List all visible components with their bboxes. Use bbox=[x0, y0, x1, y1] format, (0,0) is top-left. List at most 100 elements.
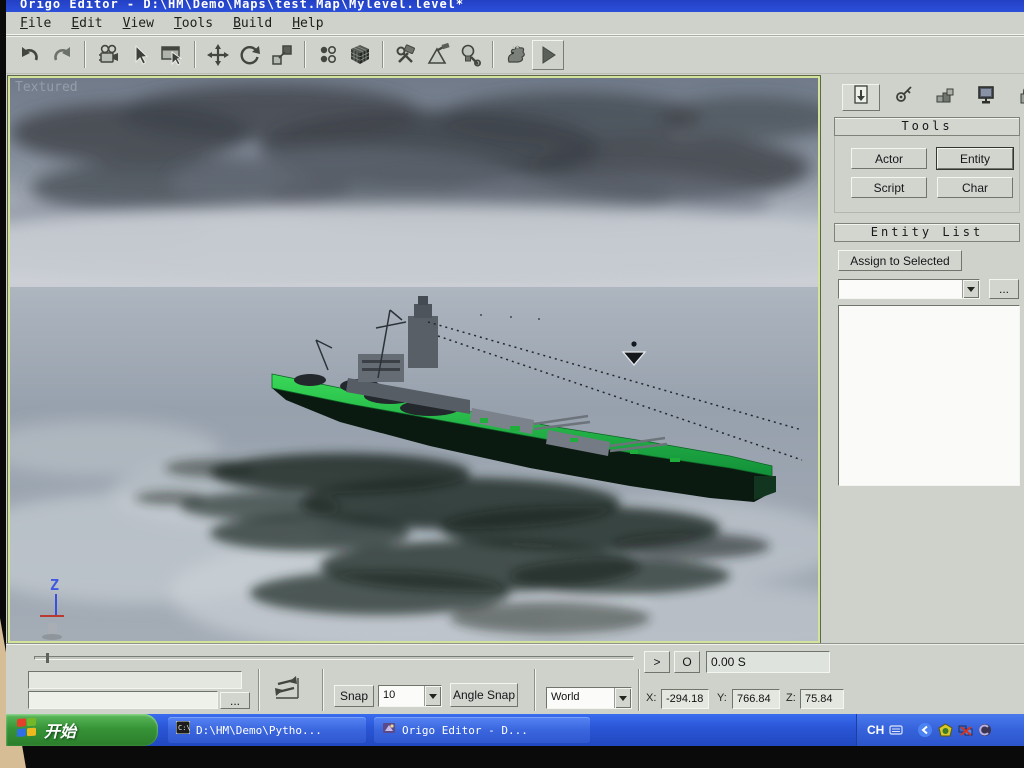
build-lighting-button[interactable] bbox=[454, 40, 486, 70]
tray-collapse-chevron[interactable] bbox=[917, 722, 933, 738]
windows-taskbar: 开始 C:\ D:\HM\Demo\Pytho... Origo Editor … bbox=[6, 714, 1024, 746]
display-icon bbox=[977, 85, 997, 110]
bottom-browse-button[interactable]: ... bbox=[220, 692, 250, 709]
coord-y-field[interactable]: 766.84 bbox=[732, 689, 780, 709]
entity-combo-row: ... bbox=[838, 279, 1024, 299]
actor-button[interactable]: Actor bbox=[851, 148, 927, 169]
coord-x-field[interactable]: -294.18 bbox=[661, 689, 709, 709]
viewport-mode-label: Textured bbox=[15, 80, 78, 95]
toolbar-separator bbox=[492, 41, 494, 68]
taskbar-item-label: D:\HM\Demo\Pytho... bbox=[196, 724, 322, 737]
coord-y-label: Y: bbox=[717, 692, 727, 704]
viewport-3d[interactable]: Z Textured bbox=[8, 76, 820, 643]
slider-thumb[interactable] bbox=[46, 653, 49, 663]
combo-dropdown-button[interactable] bbox=[614, 688, 631, 708]
entity-listbox[interactable] bbox=[838, 305, 1020, 486]
cube-button[interactable] bbox=[344, 40, 376, 70]
marquee-select-button[interactable] bbox=[156, 40, 188, 70]
time-field[interactable]: 0.00 S bbox=[706, 651, 830, 673]
build-tools-button[interactable] bbox=[390, 40, 422, 70]
snap-value: 10 bbox=[379, 686, 424, 706]
game-creature-button[interactable] bbox=[500, 40, 532, 70]
build-tools-icon bbox=[394, 43, 418, 67]
tab-tool-settings[interactable] bbox=[884, 84, 922, 111]
window-title: Origo Editor - D:\HM\Demo\Maps\test.Map\… bbox=[6, 0, 1024, 11]
axis-z-label: Z bbox=[50, 576, 59, 594]
select-button[interactable] bbox=[124, 40, 156, 70]
move-button[interactable] bbox=[202, 40, 234, 70]
keyboard-layout-icon[interactable] bbox=[889, 723, 903, 737]
transport-play-button[interactable]: > bbox=[644, 651, 670, 673]
build-geometry-icon bbox=[426, 43, 450, 67]
entity-combo-value bbox=[839, 280, 962, 298]
tab-display[interactable] bbox=[968, 84, 1006, 111]
script-button[interactable]: Script bbox=[851, 177, 927, 198]
play-icon bbox=[536, 43, 560, 67]
tray-network-error-icon[interactable] bbox=[958, 723, 973, 738]
tray-app-icon[interactable] bbox=[978, 723, 992, 737]
bottom-separator bbox=[534, 669, 536, 711]
snap-value-combobox[interactable]: 10 bbox=[378, 685, 442, 707]
entity-button[interactable]: Entity bbox=[937, 148, 1013, 169]
import-document-icon bbox=[851, 85, 871, 110]
combo-dropdown-button[interactable] bbox=[962, 280, 979, 298]
bottom-separator bbox=[258, 669, 260, 711]
menu-build[interactable]: Build bbox=[223, 14, 282, 33]
menu-tools[interactable]: Tools bbox=[164, 14, 223, 33]
tray-antivirus-icon[interactable] bbox=[938, 723, 953, 738]
coord-z-field[interactable]: 75.84 bbox=[800, 689, 844, 709]
timeline-slider[interactable] bbox=[34, 653, 634, 663]
panel-tab-strip bbox=[830, 76, 1024, 115]
tab-terrain[interactable] bbox=[926, 84, 964, 111]
marquee-select-icon bbox=[160, 43, 184, 67]
tab-import[interactable] bbox=[842, 84, 880, 111]
build-lighting-icon bbox=[458, 43, 482, 67]
coord-x-label: X: bbox=[646, 692, 656, 704]
tools-group-body: Actor Entity Script Char bbox=[834, 136, 1020, 213]
toolbar-separator bbox=[304, 41, 306, 68]
window-titlebar[interactable]: Origo Editor - D:\HM\Demo\Maps\test.Map\… bbox=[6, 0, 1024, 12]
start-button[interactable]: 开始 bbox=[6, 714, 158, 746]
toolbar-separator bbox=[382, 41, 384, 68]
menu-view[interactable]: View bbox=[113, 14, 164, 33]
angle-snap-button[interactable]: Angle Snap bbox=[450, 683, 518, 707]
terrain-icon bbox=[935, 85, 955, 110]
entity-combobox[interactable] bbox=[838, 279, 980, 299]
undo-button[interactable] bbox=[14, 40, 46, 70]
status-field-1[interactable] bbox=[28, 671, 242, 689]
move-icon bbox=[206, 43, 230, 67]
space-combobox[interactable]: World bbox=[546, 687, 632, 709]
entity-browse-button[interactable]: ... bbox=[989, 279, 1019, 299]
origo-app-icon bbox=[382, 721, 396, 739]
bottom-control-bar: > O 0.00 S ... Snap 10 Angle Snap World bbox=[6, 644, 1024, 714]
scale-icon bbox=[270, 43, 294, 67]
main-toolbar bbox=[6, 36, 1024, 74]
tab-lock[interactable] bbox=[1010, 84, 1024, 111]
svg-text:C:\: C:\ bbox=[178, 724, 190, 732]
scale-button[interactable] bbox=[266, 40, 298, 70]
rotate-icon bbox=[238, 43, 262, 67]
redo-icon bbox=[50, 43, 74, 67]
menu-edit[interactable]: Edit bbox=[61, 14, 112, 33]
swap-views-button[interactable] bbox=[268, 671, 306, 709]
menu-help[interactable]: Help bbox=[282, 14, 333, 33]
taskbar-item-console[interactable]: C:\ D:\HM\Demo\Pytho... bbox=[168, 717, 366, 743]
play-button[interactable] bbox=[532, 40, 564, 70]
language-indicator[interactable]: CH bbox=[867, 723, 884, 737]
camera-button[interactable] bbox=[92, 40, 124, 70]
menu-file[interactable]: File bbox=[10, 14, 61, 33]
status-field-2[interactable] bbox=[28, 691, 218, 709]
rotate-button[interactable] bbox=[234, 40, 266, 70]
build-geometry-button[interactable] bbox=[422, 40, 454, 70]
char-button[interactable]: Char bbox=[937, 177, 1013, 198]
toolbar-separator bbox=[194, 41, 196, 68]
combo-dropdown-button[interactable] bbox=[424, 686, 441, 706]
redo-button[interactable] bbox=[46, 40, 78, 70]
vertex-dots-button[interactable] bbox=[312, 40, 344, 70]
snap-button[interactable]: Snap bbox=[334, 685, 374, 707]
space-combo-value: World bbox=[547, 688, 614, 708]
chevron-down-icon bbox=[429, 694, 437, 699]
transport-stop-button[interactable]: O bbox=[674, 651, 700, 673]
taskbar-item-origo[interactable]: Origo Editor - D... bbox=[374, 717, 590, 743]
assign-to-selected-button[interactable]: Assign to Selected bbox=[838, 250, 962, 271]
